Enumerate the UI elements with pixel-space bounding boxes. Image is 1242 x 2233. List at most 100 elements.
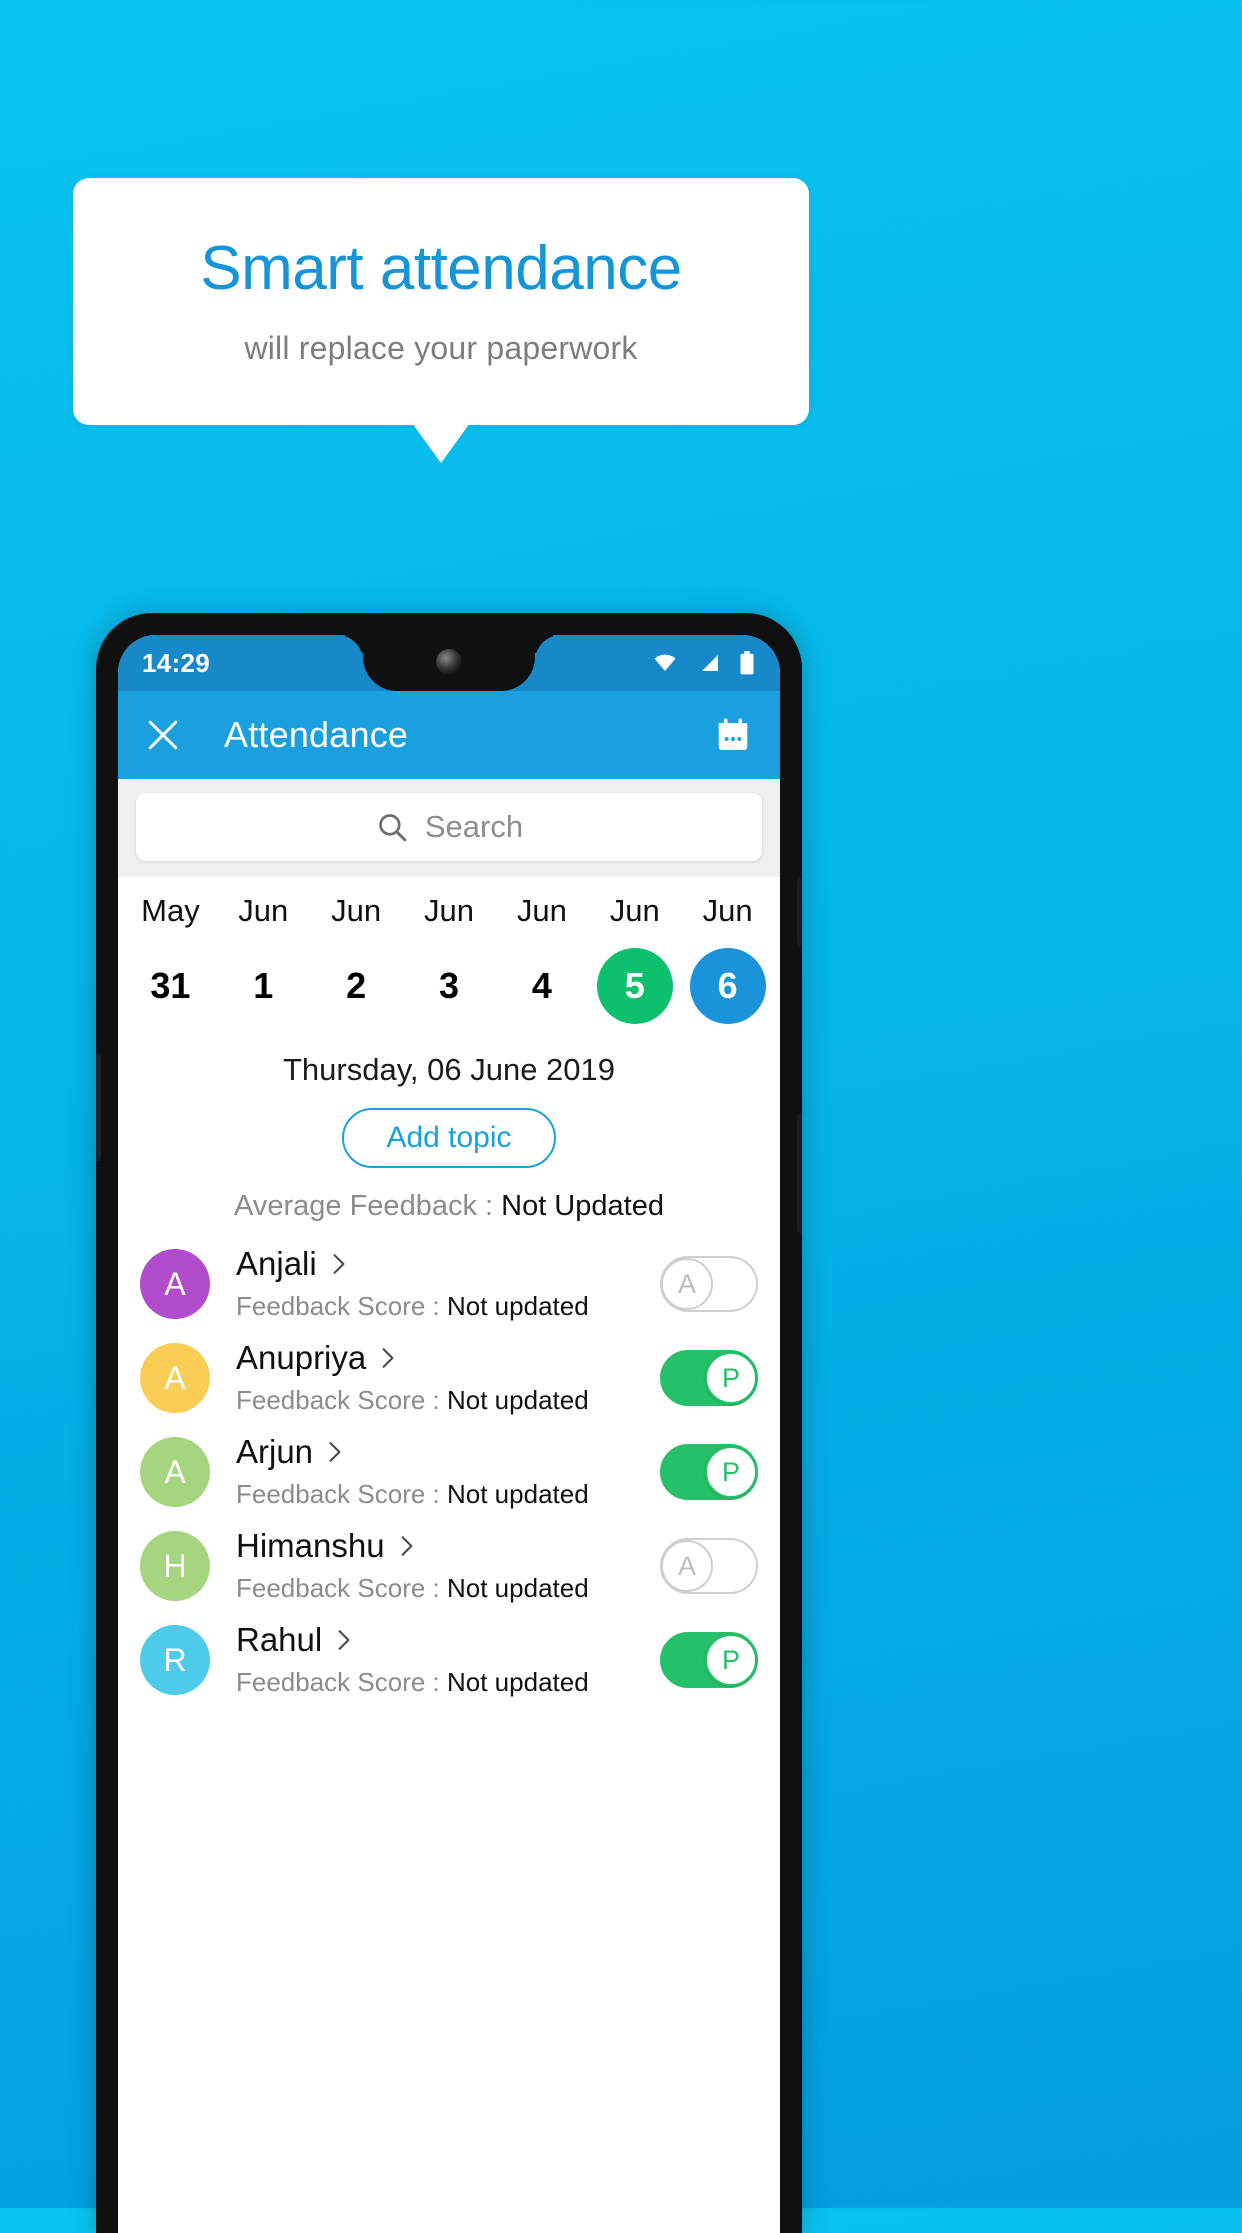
avatar-initial: R <box>163 1641 187 1678</box>
date-cell[interactable]: Jun 5 <box>588 895 681 1024</box>
feedback-label: Feedback Score : <box>236 1291 447 1322</box>
avatar: A <box>140 1249 210 1319</box>
chevron-right-icon[interactable] <box>336 1629 352 1651</box>
date-day-circle: 5 <box>596 948 673 1024</box>
student-info: Rahul Feedback Score : Not updated <box>236 1620 660 1698</box>
feedback-value: Not updated <box>447 1479 589 1510</box>
page-title: Attendance <box>224 714 409 755</box>
date-month: Jun <box>516 893 567 928</box>
assistant-button[interactable] <box>96 1053 101 1161</box>
student-feedback: Feedback Score : Not updated <box>236 1385 660 1416</box>
status-time: 14:29 <box>142 647 210 678</box>
date-day: 6 <box>717 965 738 1006</box>
avatar-initial: H <box>163 1547 187 1584</box>
date-day-circle: 6 <box>689 948 766 1024</box>
front-camera <box>436 649 462 675</box>
search-bar-container: Search <box>118 779 780 877</box>
attendance-toggle[interactable]: A <box>660 1256 758 1312</box>
attendance-toggle[interactable]: P <box>660 1350 758 1406</box>
date-day-circle: 31 <box>132 948 208 1024</box>
date-day: 3 <box>438 965 460 1006</box>
date-cell[interactable]: Jun 6 <box>681 895 774 1024</box>
chevron-right-icon[interactable] <box>399 1535 415 1557</box>
date-day: 31 <box>150 965 191 1006</box>
date-cell[interactable]: Jun 1 <box>217 895 310 1024</box>
attendance-toggle[interactable]: A <box>660 1538 758 1594</box>
feedback-label: Feedback Score : <box>236 1573 447 1604</box>
date-day-circle: 2 <box>318 948 394 1024</box>
average-feedback-label: Average Feedback : <box>234 1190 502 1222</box>
toggle-knob: P <box>705 1446 757 1498</box>
student-row[interactable]: A Anjali Feedback Score : Not updated A <box>118 1237 780 1331</box>
chevron-right-icon[interactable] <box>327 1441 343 1463</box>
date-day: 1 <box>253 965 274 1006</box>
student-name-line: Arjun <box>236 1433 660 1470</box>
feedback-value: Not updated <box>447 1667 589 1698</box>
student-info: Himanshu Feedback Score : Not updated <box>236 1526 660 1604</box>
chevron-right-icon[interactable] <box>380 1347 396 1369</box>
student-info: Anupriya Feedback Score : Not updated <box>236 1338 660 1416</box>
average-feedback: Average Feedback : Not Updated <box>118 1190 780 1223</box>
student-name: Anupriya <box>236 1338 367 1376</box>
toggle-knob: P <box>705 1352 757 1404</box>
attendance-toggle[interactable]: P <box>660 1444 758 1500</box>
student-row[interactable]: A Arjun Feedback Score : Not updated P <box>118 1425 780 1519</box>
signal-icon <box>702 655 718 671</box>
toggle-knob: A <box>661 1540 713 1592</box>
student-name: Anjali <box>236 1244 317 1282</box>
date-day-circle: 3 <box>411 948 487 1024</box>
student-name: Himanshu <box>236 1526 385 1564</box>
wifi-icon <box>654 654 676 671</box>
toggle-knob: P <box>705 1634 757 1686</box>
avatar: R <box>140 1625 210 1695</box>
date-day-circle: 4 <box>504 948 580 1024</box>
student-row[interactable]: H Himanshu Feedback Score : Not updated A <box>118 1519 780 1613</box>
add-topic-row: Add topic <box>118 1108 780 1168</box>
promo-subtitle: will replace your paperwork <box>244 329 638 366</box>
date-cell[interactable]: Jun 2 <box>310 895 403 1024</box>
date-month: Jun <box>424 893 474 928</box>
date-month: Jun <box>238 893 289 928</box>
student-name-line: Anjali <box>236 1244 660 1282</box>
avatar: A <box>140 1343 210 1413</box>
feedback-label: Feedback Score : <box>236 1479 447 1510</box>
selected-date-label: Thursday, 06 June 2019 <box>282 1052 616 1087</box>
date-month: May <box>141 893 200 928</box>
search-input[interactable]: Search <box>136 793 762 861</box>
avatar-initial: A <box>164 1359 186 1396</box>
avatar-initial: A <box>164 1453 186 1490</box>
student-feedback: Feedback Score : Not updated <box>236 1573 660 1604</box>
chevron-right-icon[interactable] <box>331 1253 347 1275</box>
date-cell[interactable]: Jun 4 <box>495 895 588 1024</box>
promo-card-tail <box>412 423 470 463</box>
student-row[interactable]: A Anupriya Feedback Score : Not updated P <box>118 1331 780 1425</box>
feedback-label: Feedback Score : <box>236 1667 447 1698</box>
student-name: Rahul <box>236 1620 323 1658</box>
feedback-label: Feedback Score : <box>236 1385 447 1416</box>
attendance-toggle[interactable]: P <box>660 1632 758 1688</box>
calendar-icon[interactable] <box>714 716 752 754</box>
date-month: Jun <box>702 893 753 928</box>
status-icons <box>650 650 756 676</box>
date-day-circle: 1 <box>225 948 301 1024</box>
battery-icon <box>740 651 754 675</box>
add-topic-button[interactable]: Add topic <box>342 1108 556 1168</box>
promo-title: Smart attendance <box>200 234 682 304</box>
student-name-line: Anupriya <box>236 1338 660 1376</box>
student-feedback: Feedback Score : Not updated <box>236 1479 660 1510</box>
date-day: 2 <box>346 965 367 1006</box>
date-cell[interactable]: May 31 <box>124 895 217 1024</box>
date-cell[interactable]: Jun 3 <box>403 895 496 1024</box>
close-icon[interactable] <box>146 718 180 752</box>
search-placeholder: Search <box>424 809 524 844</box>
average-feedback-value: Not Updated <box>501 1190 664 1222</box>
feedback-value: Not updated <box>447 1385 589 1416</box>
app-bar: Attendance <box>118 691 780 779</box>
toggle-knob: A <box>661 1258 713 1310</box>
feedback-value: Not updated <box>447 1291 589 1322</box>
promo-card: Smart attendance will replace your paper… <box>73 178 809 425</box>
volume-button[interactable] <box>797 1113 802 1233</box>
student-row[interactable]: R Rahul Feedback Score : Not updated P <box>118 1613 780 1707</box>
power-button[interactable] <box>797 878 802 946</box>
date-month: Jun <box>609 893 660 928</box>
